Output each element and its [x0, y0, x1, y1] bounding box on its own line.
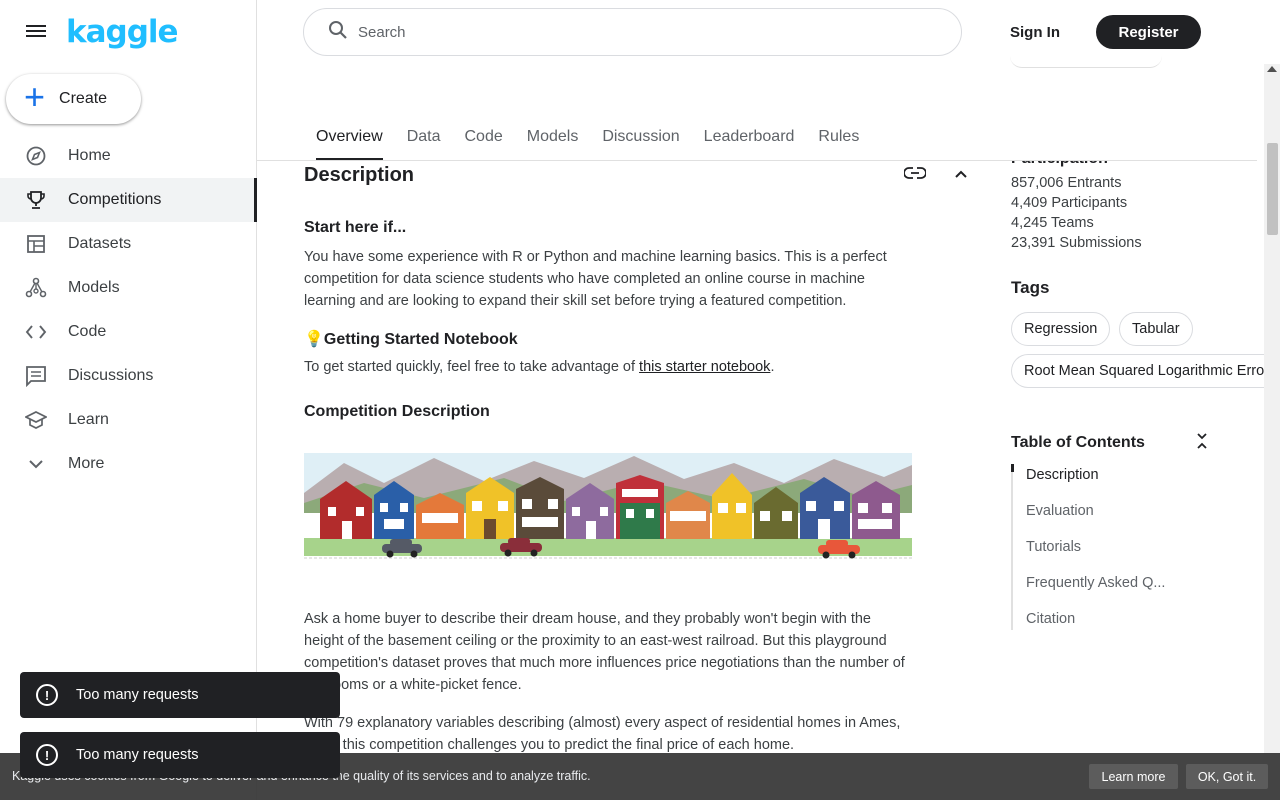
toc-item-tutorials[interactable]: Tutorials — [1026, 539, 1081, 555]
stat-submissions: 23,391 Submissions — [1011, 235, 1142, 251]
collapse-icon[interactable] — [1195, 432, 1209, 455]
compass-icon — [24, 144, 48, 168]
table-icon — [24, 232, 48, 256]
toc-active-indicator — [1011, 464, 1014, 472]
notebook-heading-text: Getting Started Notebook — [323, 331, 518, 348]
create-button[interactable]: + Create — [6, 74, 141, 124]
chevron-up-icon[interactable] — [954, 166, 968, 184]
scroll-up-arrow-icon[interactable] — [1267, 66, 1277, 72]
sidebar-item-more[interactable]: More — [0, 442, 257, 486]
chevron-down-icon — [24, 452, 48, 476]
school-icon — [24, 408, 48, 432]
sidebar-item-label: Datasets — [68, 235, 132, 252]
sidebar-item-label: Competitions — [68, 191, 162, 208]
description-header: Description — [304, 164, 972, 192]
sidebar-item-models[interactable]: Models — [0, 266, 257, 310]
notebook-text-before: To get started quickly, feel free to tak… — [304, 359, 640, 375]
toast-message: Too many requests — [76, 747, 199, 763]
houses-banner-image — [304, 453, 912, 563]
toc-item-description[interactable]: Description — [1026, 467, 1099, 483]
kaggle-logo[interactable]: kaggle — [66, 14, 179, 50]
plus-icon: + — [24, 76, 46, 117]
sidebar-item-label: Home — [68, 147, 111, 164]
menu-icon[interactable] — [24, 22, 48, 42]
tag-regression[interactable]: Regression — [1011, 312, 1111, 346]
tags-title: Tags — [1011, 278, 1050, 297]
toc-item-citation[interactable]: Citation — [1026, 611, 1075, 627]
page: kaggle + Create Home Competitions Datase… — [0, 0, 1280, 800]
scrollbar-thumb[interactable] — [1267, 143, 1278, 235]
notebook-text: To get started quickly, feel free to tak… — [304, 356, 914, 378]
sidebar-item-home[interactable]: Home — [0, 134, 257, 178]
tab-overview[interactable]: Overview — [304, 112, 395, 160]
toc-item-faq[interactable]: Frequently Asked Q... — [1026, 575, 1165, 591]
lightbulb-icon: 💡 — [304, 331, 324, 348]
discussion-icon — [24, 364, 48, 388]
sidebar-nav: Home Competitions Datasets Models Code D… — [0, 134, 257, 486]
sidebar-item-datasets[interactable]: Datasets — [0, 222, 257, 266]
sidebar-item-learn[interactable]: Learn — [0, 398, 257, 442]
competition-tabs: Overview Data Code Models Discussion Lea… — [304, 112, 871, 160]
toc-title: Table of Contents — [1011, 434, 1145, 451]
trophy-icon — [24, 188, 48, 212]
toast-notification: ! Too many requests — [20, 732, 340, 778]
create-label: Create — [59, 90, 108, 107]
alert-icon: ! — [36, 684, 58, 706]
code-icon — [24, 320, 48, 344]
sidebar-item-label: Discussions — [68, 367, 154, 384]
start-heading: Start here if... — [304, 219, 407, 236]
toc-item-evaluation[interactable]: Evaluation — [1026, 503, 1094, 519]
description-paragraph-2: With 79 explanatory variables describing… — [304, 715, 901, 753]
tab-models[interactable]: Models — [515, 112, 591, 160]
toast-notification: ! Too many requests — [20, 672, 340, 718]
stat-teams: 4,245 Teams — [1011, 215, 1094, 231]
header-pill-edge — [1010, 56, 1162, 68]
sidebar-item-discussions[interactable]: Discussions — [0, 354, 257, 398]
sidebar-item-competitions[interactable]: Competitions — [0, 178, 257, 222]
sign-in-button[interactable]: Sign In — [1000, 15, 1070, 49]
tab-leaderboard[interactable]: Leaderboard — [692, 112, 807, 160]
sidebar-item-label: More — [68, 455, 105, 472]
section-title: Description — [304, 164, 415, 186]
tab-rules[interactable]: Rules — [806, 112, 871, 160]
toast-message: Too many requests — [76, 687, 199, 703]
stat-participants: 4,409 Participants — [1011, 195, 1128, 211]
search-input[interactable] — [358, 23, 918, 41]
start-text: You have some experience with R or Pytho… — [304, 249, 887, 309]
competition-description-heading: Competition Description — [304, 403, 490, 420]
tag-rmsle[interactable]: Root Mean Squared Logarithmic Error — [1011, 354, 1266, 388]
tab-discussion[interactable]: Discussion — [590, 112, 691, 160]
search-bar[interactable] — [303, 8, 962, 56]
register-button[interactable]: Register — [1096, 15, 1201, 49]
notebook-heading: 💡Getting Started Notebook — [304, 329, 518, 349]
sidebar-item-label: Code — [68, 323, 107, 340]
sidebar-item-label: Learn — [68, 411, 109, 428]
sidebar-item-label: Models — [68, 279, 120, 296]
alert-icon: ! — [36, 744, 58, 766]
notebook-text-after: . — [770, 359, 775, 375]
tab-code[interactable]: Code — [452, 112, 514, 160]
starter-notebook-link[interactable]: this starter notebook — [639, 359, 770, 375]
tabs-divider — [257, 160, 1257, 161]
sidebar-item-code[interactable]: Code — [0, 310, 257, 354]
tab-data[interactable]: Data — [395, 112, 453, 160]
participation-title: Participation — [1011, 150, 1108, 167]
stat-entrants: 857,006 Entrants — [1011, 175, 1122, 191]
description-paragraph-1: Ask a home buyer to describe their dream… — [304, 611, 905, 693]
toc-track — [1011, 464, 1013, 630]
ok-got-it-button[interactable]: OK, Got it. — [1186, 764, 1268, 789]
link-icon[interactable] — [903, 166, 927, 185]
models-icon — [24, 276, 48, 300]
tag-tabular[interactable]: Tabular — [1119, 312, 1193, 346]
search-icon — [328, 20, 348, 45]
learn-more-button[interactable]: Learn more — [1089, 764, 1178, 789]
